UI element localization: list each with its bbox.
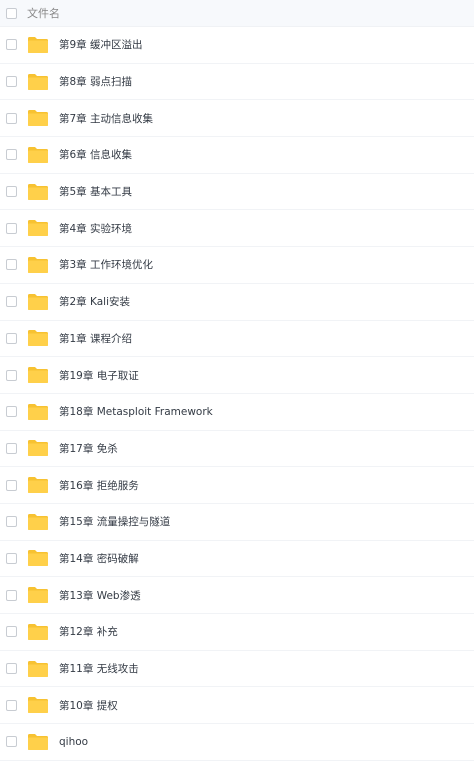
list-item[interactable]: 第17章 免杀: [0, 431, 474, 468]
folder-icon: [27, 219, 49, 237]
folder-icon: [27, 109, 49, 127]
folder-icon: [27, 476, 49, 494]
row-checkbox[interactable]: [6, 259, 17, 271]
file-name[interactable]: 第17章 免杀: [59, 441, 118, 456]
list-item[interactable]: 第14章 密码破解: [0, 541, 474, 578]
list-item[interactable]: 第18章 Metasploit Framework: [0, 394, 474, 431]
row-checkbox[interactable]: [6, 296, 17, 308]
list-item[interactable]: qihoo: [0, 724, 474, 761]
folder-icon: [27, 366, 49, 384]
file-name[interactable]: 第15章 流量操控与隧道: [59, 514, 170, 529]
row-checkbox[interactable]: [6, 149, 17, 161]
column-header-filename[interactable]: 文件名: [27, 5, 60, 21]
list-item[interactable]: 第16章 拒绝服务: [0, 467, 474, 504]
folder-icon: [27, 329, 49, 347]
file-name[interactable]: 第18章 Metasploit Framework: [59, 404, 213, 419]
folder-icon: [27, 403, 49, 421]
list-header: 文件名: [0, 0, 474, 27]
list-item[interactable]: 第9章 缓冲区溢出: [0, 27, 474, 64]
row-checkbox[interactable]: [6, 626, 17, 638]
file-name[interactable]: 第9章 缓冲区溢出: [59, 37, 143, 52]
folder-icon: [27, 696, 49, 714]
row-checkbox[interactable]: [6, 442, 17, 454]
file-name[interactable]: 第3章 工作环境优化: [59, 257, 153, 272]
folder-icon: [27, 73, 49, 91]
file-name[interactable]: 第2章 Kali安装: [59, 294, 130, 309]
row-checkbox[interactable]: [6, 736, 17, 748]
folder-icon: [27, 36, 49, 54]
list-item[interactable]: 第12章 补充: [0, 614, 474, 651]
list-item[interactable]: 第6章 信息收集: [0, 137, 474, 174]
file-name[interactable]: 第11章 无线攻击: [59, 661, 139, 676]
row-checkbox[interactable]: [6, 589, 17, 601]
row-checkbox[interactable]: [6, 76, 17, 88]
row-checkbox[interactable]: [6, 222, 17, 234]
file-name[interactable]: 第14章 密码破解: [59, 551, 139, 566]
row-checkbox[interactable]: [6, 552, 17, 564]
row-checkbox[interactable]: [6, 369, 17, 381]
file-name[interactable]: 第4章 实验环境: [59, 221, 132, 236]
file-name[interactable]: 第12章 补充: [59, 624, 118, 639]
file-name[interactable]: 第1章 课程介绍: [59, 331, 132, 346]
list-item[interactable]: 第2章 Kali安装: [0, 284, 474, 321]
list-item[interactable]: 第15章 流量操控与隧道: [0, 504, 474, 541]
list-item[interactable]: 第13章 Web渗透: [0, 577, 474, 614]
file-name[interactable]: 第8章 弱点扫描: [59, 74, 132, 89]
file-name[interactable]: 第5章 基本工具: [59, 184, 132, 199]
list-item[interactable]: 第19章 电子取证: [0, 357, 474, 394]
file-name[interactable]: 第6章 信息收集: [59, 147, 132, 162]
row-checkbox[interactable]: [6, 479, 17, 491]
row-checkbox[interactable]: [6, 516, 17, 528]
folder-icon: [27, 549, 49, 567]
list-item[interactable]: 第11章 无线攻击: [0, 651, 474, 688]
list-item[interactable]: 第8章 弱点扫描: [0, 64, 474, 101]
file-name[interactable]: 第7章 主动信息收集: [59, 111, 153, 126]
row-checkbox[interactable]: [6, 663, 17, 675]
row-checkbox[interactable]: [6, 406, 17, 418]
row-checkbox[interactable]: [6, 112, 17, 124]
list-item[interactable]: 第4章 实验环境: [0, 210, 474, 248]
folder-icon: [27, 660, 49, 678]
file-name[interactable]: 第16章 拒绝服务: [59, 478, 139, 493]
folder-icon: [27, 623, 49, 641]
row-checkbox[interactable]: [6, 186, 17, 198]
file-list: 文件名 第9章 缓冲区溢出 第8章 弱点扫描 第7章 主动信息收集 第6章 信息收集第…: [0, 0, 474, 766]
folder-icon: [27, 256, 49, 274]
list-item[interactable]: 第5章 基本工具: [0, 174, 474, 211]
folder-icon: [27, 293, 49, 311]
row-checkbox[interactable]: [6, 332, 17, 344]
folder-icon: [27, 183, 49, 201]
file-name[interactable]: 第10章 提权: [59, 698, 118, 713]
folder-icon: [27, 586, 49, 604]
file-name[interactable]: 第13章 Web渗透: [59, 588, 141, 603]
folder-icon: [27, 513, 49, 531]
file-rows: 第9章 缓冲区溢出 第8章 弱点扫描第7章 主动信息收集 第6章 信息收集 第5章 基…: [0, 27, 474, 761]
folder-icon: [27, 733, 49, 751]
folder-icon: [27, 439, 49, 457]
folder-icon: [27, 146, 49, 164]
row-checkbox[interactable]: [6, 699, 17, 711]
list-item[interactable]: 第1章 课程介绍: [0, 321, 474, 358]
file-name[interactable]: 第19章 电子取证: [59, 368, 139, 383]
list-item[interactable]: 第10章 提权: [0, 687, 474, 725]
select-all-checkbox[interactable]: [6, 7, 17, 19]
file-name[interactable]: qihoo: [59, 736, 88, 748]
list-item[interactable]: 第7章 主动信息收集: [0, 100, 474, 138]
row-checkbox[interactable]: [6, 39, 17, 51]
list-item[interactable]: 第3章 工作环境优化: [0, 247, 474, 284]
